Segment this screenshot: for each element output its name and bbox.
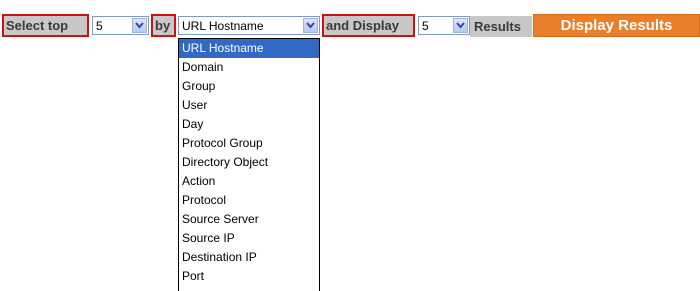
select-top-label-text: Select top (6, 18, 69, 33)
top-count-select[interactable]: 5 (92, 16, 149, 35)
display-count-select[interactable]: 5 (418, 16, 470, 35)
dropdown-option[interactable]: Day (179, 115, 319, 134)
dropdown-option[interactable]: Destination IP (179, 248, 319, 267)
display-count-value: 5 (422, 19, 429, 33)
display-results-button-label: Display Results (560, 17, 673, 34)
group-by-dropdown-list[interactable]: URL Hostname Domain Group User Day Proto… (178, 38, 320, 291)
dropdown-option[interactable]: Directory Object (179, 153, 319, 172)
display-results-button[interactable]: Display Results (533, 14, 700, 37)
group-by-select[interactable]: URL Hostname (178, 16, 320, 35)
and-display-label-text: and Display (326, 18, 399, 33)
dropdown-option[interactable]: Source IP (179, 229, 319, 248)
by-label-text: by (155, 18, 171, 33)
group-by-value: URL Hostname (182, 19, 264, 33)
chevron-down-icon[interactable] (132, 18, 147, 33)
top-count-value: 5 (96, 19, 103, 33)
dropdown-option[interactable]: URL Hostname (179, 39, 319, 58)
dropdown-option[interactable]: User (179, 96, 319, 115)
by-label: by (151, 14, 176, 37)
dropdown-option[interactable]: Action (179, 172, 319, 191)
dropdown-option[interactable]: Protocol Group (179, 134, 319, 153)
results-label: Results (470, 16, 532, 37)
results-label-text: Results (474, 19, 521, 34)
select-top-label: Select top (2, 14, 89, 37)
chevron-down-icon[interactable] (303, 18, 318, 33)
dropdown-option[interactable]: Protocol (179, 191, 319, 210)
dropdown-option[interactable]: Port (179, 267, 319, 286)
chevron-down-icon[interactable] (453, 18, 468, 33)
dropdown-option[interactable]: Source Server (179, 210, 319, 229)
dropdown-option[interactable]: Domain (179, 58, 319, 77)
and-display-label: and Display (322, 14, 415, 37)
dropdown-option[interactable]: Group (179, 77, 319, 96)
